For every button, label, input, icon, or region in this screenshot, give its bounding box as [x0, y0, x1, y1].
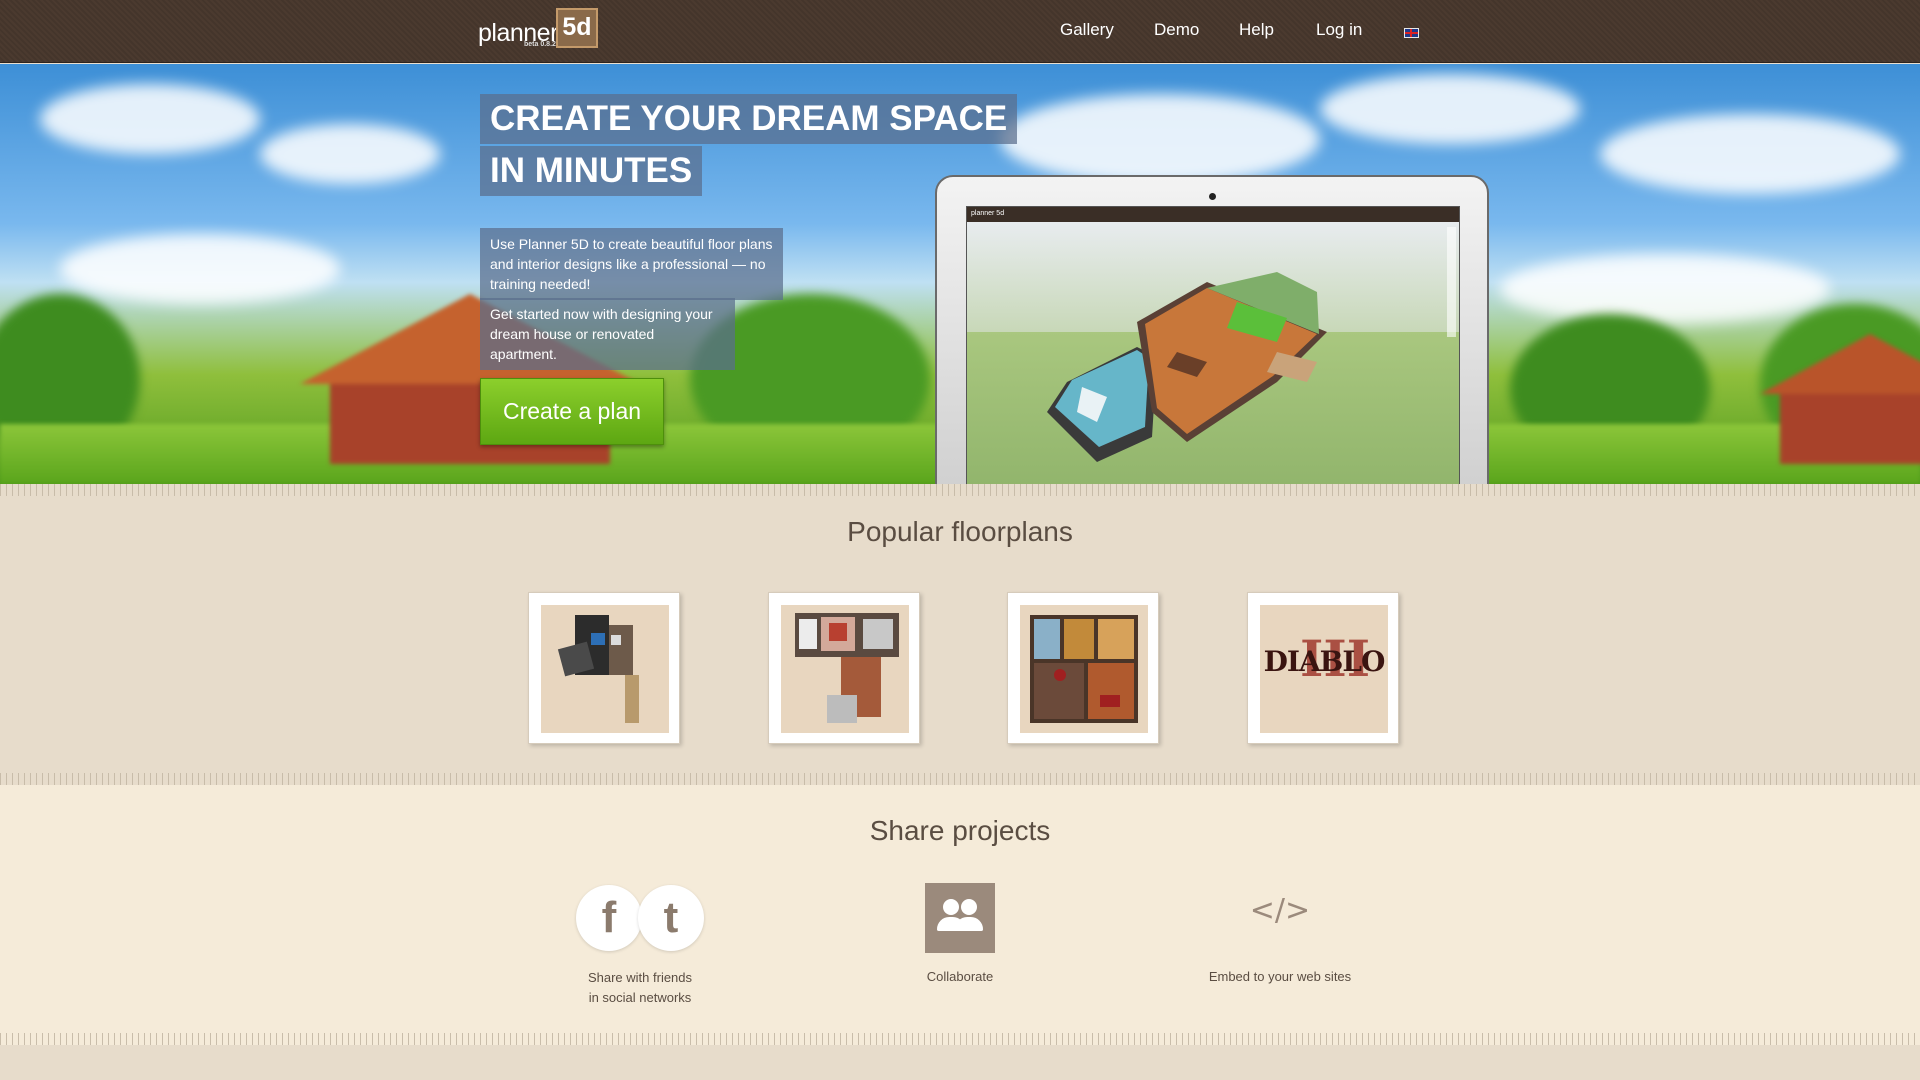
cloud — [260, 124, 440, 184]
nav-login-link[interactable]: Log in — [1316, 20, 1362, 40]
floorplan-drawing — [557, 615, 639, 723]
nav-gallery-link[interactable]: Gallery — [1060, 20, 1114, 40]
laptop-mockup: planner 5d — [935, 175, 1489, 484]
share-projects-section: Share projects f t Share with friends in… — [0, 785, 1920, 1045]
twitter-icon[interactable]: t — [638, 885, 704, 951]
collaborate-icon[interactable] — [925, 883, 995, 953]
share-social-label-line1: Share with friends — [587, 970, 693, 985]
cloud — [1320, 74, 1580, 144]
ruler-divider — [0, 773, 1920, 785]
floorplan-drawing — [1030, 615, 1138, 723]
share-social-label: Share with friends in social networks — [560, 968, 720, 1008]
floorplan-card[interactable] — [528, 592, 680, 744]
popular-floorplans-section: Popular floorplans III DIABLO — [0, 484, 1920, 785]
hero-banner: CREATE YOUR DREAM SPACE IN MINUTES Use P… — [0, 64, 1920, 484]
uk-flag-icon[interactable] — [1404, 28, 1419, 38]
logo-5d-badge: 5d — [556, 8, 598, 48]
screen-app-logo: planner 5d — [971, 210, 1005, 217]
hero-headline-line2: IN MINUTES — [480, 146, 703, 196]
cloud — [1500, 254, 1830, 324]
hero-headline-line1: CREATE YOUR DREAM SPACE — [480, 94, 1018, 144]
cloud — [60, 234, 340, 304]
diablo-text: DIABLO — [1263, 645, 1386, 678]
ruler-divider — [0, 484, 1920, 496]
screen-app-toolbar: planner 5d — [967, 207, 1459, 222]
embed-label: Embed to your web sites — [1208, 969, 1352, 984]
planner5d-logo[interactable]: planner 5d beta 0.8.2 — [478, 8, 608, 54]
floorplan-thumbnail — [1020, 605, 1148, 733]
logo-version: beta 0.8.2 — [524, 41, 556, 48]
hero-description-2: Get started now with designing your drea… — [480, 298, 735, 370]
floorplan-drawing — [795, 613, 899, 723]
cloud — [1600, 114, 1900, 194]
diablo-thumbnail: III DIABLO — [1260, 605, 1388, 733]
share-projects-title: Share projects — [869, 815, 1051, 846]
collaborate-label: Collaborate — [926, 969, 994, 984]
nav-help-link[interactable]: Help — [1239, 20, 1274, 40]
cloud — [40, 84, 260, 154]
floorplan-thumbnail — [781, 605, 909, 733]
embed-code-icon[interactable]: </> — [1240, 893, 1320, 928]
share-social-label-line2: in social networks — [588, 990, 692, 1005]
popular-floorplans-title: Popular floorplans — [847, 516, 1073, 547]
facebook-icon[interactable]: f — [576, 885, 642, 951]
floorplan-card[interactable] — [1007, 592, 1159, 744]
3d-floorplan-render — [1047, 272, 1327, 462]
cloud — [1000, 94, 1320, 184]
screen-tool-panel — [1447, 227, 1456, 337]
footer-strip — [0, 1045, 1920, 1080]
ruler-divider — [0, 1033, 1920, 1045]
laptop-screen: planner 5d — [966, 206, 1460, 484]
top-navigation-bar: planner 5d beta 0.8.2 Gallery Demo Help … — [0, 0, 1920, 63]
floorplan-thumbnail — [541, 605, 669, 733]
hero-description-1: Use Planner 5D to create beautiful floor… — [480, 228, 783, 300]
laptop-camera — [1209, 193, 1216, 200]
create-plan-button[interactable]: Create a plan — [480, 378, 664, 445]
nav-demo-link[interactable]: Demo — [1154, 20, 1199, 40]
floorplan-card[interactable]: III DIABLO — [1247, 592, 1399, 744]
floorplan-card[interactable] — [768, 592, 920, 744]
